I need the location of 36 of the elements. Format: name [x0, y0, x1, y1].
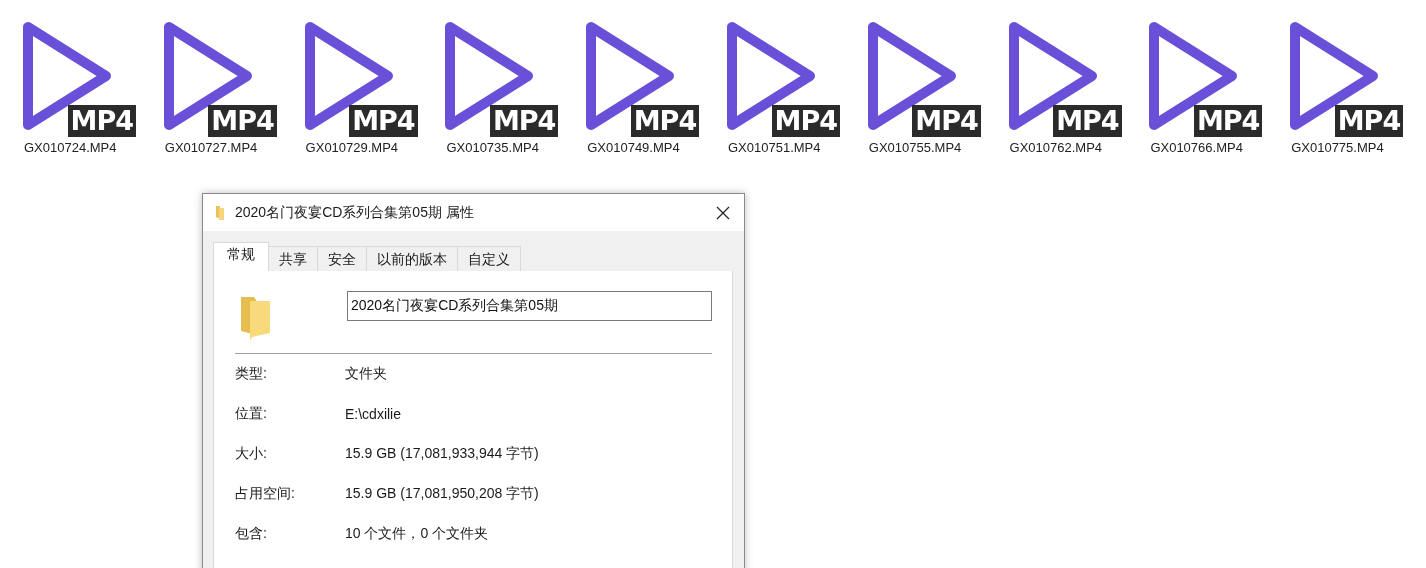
property-label: 占用空间:: [235, 485, 296, 503]
file-name[interactable]: GX010749.MP4: [587, 140, 680, 155]
property-value: 15.9 GB (17,081,950,208 字节): [345, 485, 539, 503]
format-badge: MP4: [912, 105, 981, 137]
name-field[interactable]: 2020名门夜宴CD系列合集第05期: [347, 291, 712, 321]
property-value: 15.9 GB (17,081,933,944 字节): [345, 445, 539, 463]
property-label: 位置:: [235, 405, 268, 423]
file-name[interactable]: GX010727.MP4: [164, 140, 258, 155]
file-name[interactable]: GX010729.MP4: [305, 140, 399, 155]
property-value: 文件夹: [345, 365, 387, 383]
tab[interactable]: 自定义: [457, 246, 521, 271]
folder-icon: [215, 204, 225, 221]
close-icon[interactable]: [716, 205, 730, 220]
format-badge: MP4: [1334, 105, 1404, 137]
property-value: 10 个文件，0 个文件夹: [345, 525, 489, 543]
format-badge: MP4: [349, 105, 418, 137]
file-name[interactable]: GX010724.MP4: [24, 140, 117, 155]
tab[interactable]: 常规: [213, 242, 269, 271]
file-name[interactable]: GX010775.MP4: [1291, 140, 1384, 155]
property-value: E:\cdxilie: [345, 406, 402, 422]
property-label: 类型:: [235, 365, 268, 383]
window-title: 2020名门夜宴CD系列合集第05期 属性: [235, 203, 475, 222]
file-name[interactable]: GX010735.MP4: [446, 140, 539, 155]
format-badge: MP4: [208, 105, 277, 137]
format-badge: MP4: [771, 105, 840, 137]
property-label: 包含:: [235, 525, 268, 543]
file-name[interactable]: GX010762.MP4: [1009, 140, 1103, 155]
format-badge: MP4: [630, 105, 700, 137]
file-name[interactable]: GX010751.MP4: [728, 140, 821, 155]
file-name[interactable]: GX010755.MP4: [868, 140, 962, 155]
file-name[interactable]: GX010766.MP4: [1150, 140, 1243, 155]
format-badge: MP4: [1053, 105, 1122, 137]
format-badge: MP4: [489, 105, 559, 137]
property-label: 大小:: [235, 445, 268, 463]
format-badge: MP4: [1193, 105, 1263, 137]
format-badge: MP4: [67, 105, 136, 137]
